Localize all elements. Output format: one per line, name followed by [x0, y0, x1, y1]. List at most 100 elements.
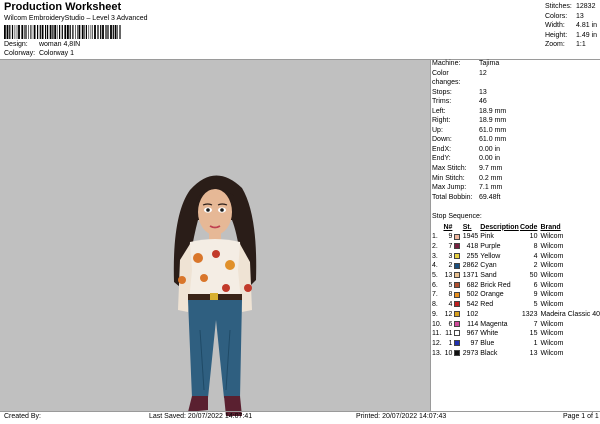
- row-brand: Wilcom: [540, 272, 564, 280]
- printed-date: Printed: 20/07/2022 14:07:43: [356, 413, 447, 420]
- row-needle: 11: [445, 330, 453, 338]
- row-code: 1323: [521, 310, 538, 318]
- row-swatch: [454, 242, 462, 252]
- row-index: 2.: [432, 243, 438, 251]
- row-index: 7.: [432, 291, 438, 299]
- row-description: Yellow: [480, 252, 501, 260]
- design-row: Design: woman 4,8IN: [4, 41, 80, 48]
- spec-row: Total Bobbin: 69.48ft: [432, 193, 501, 201]
- color-swatch: [454, 291, 461, 298]
- row-stitches: 967: [466, 330, 479, 338]
- row-index: 8.: [432, 301, 438, 309]
- col-n: N#: [443, 223, 453, 231]
- row-needle: 3: [448, 252, 453, 260]
- row-swatch: [454, 300, 462, 310]
- row-needle: 1: [448, 339, 453, 347]
- stop-sequence-table: N# St. Description Code Brand 1. 9 1945 Pin…: [432, 222, 600, 358]
- row-swatch: [454, 232, 462, 242]
- row-stitches: 682: [466, 281, 479, 289]
- row-stitches: 502: [466, 291, 479, 299]
- row-brand: Wilcom: [540, 330, 564, 338]
- row-description: White: [480, 330, 499, 338]
- color-swatch: [454, 262, 461, 269]
- table-row: 3. 3 255 Yellow 4 Wilcom: [432, 251, 600, 261]
- row-brand: Wilcom: [540, 339, 564, 347]
- row-description: Magenta: [480, 320, 508, 328]
- table-row: 10. 6 114 Magenta 7 Wilcom: [432, 319, 600, 329]
- row-index: 6.: [432, 281, 438, 289]
- spec-row: Down: 61.0 mm: [432, 136, 507, 144]
- created-by: Created By:: [4, 413, 41, 420]
- row-description: Brick Red: [480, 281, 511, 289]
- row-stitches: 542: [466, 301, 479, 309]
- row-description: Orange: [480, 291, 504, 299]
- col-brand: Brand: [540, 223, 561, 231]
- spec-row: Right: 18.9 mm: [432, 117, 507, 125]
- row-index: 13.: [432, 349, 442, 357]
- row-description: Cyan: [480, 262, 497, 270]
- table-row: 11. 11 967 White 15 Wilcom: [432, 329, 600, 339]
- row-code: 2: [533, 262, 538, 270]
- row-brand: Wilcom: [540, 291, 564, 299]
- row-index: 9.: [432, 310, 438, 318]
- row-swatch: [454, 261, 462, 271]
- color-swatch: [454, 340, 461, 347]
- software-name: Wilcom EmbroideryStudio – Level 3 Advanc…: [4, 15, 148, 22]
- row-brand: Wilcom: [540, 252, 564, 260]
- row-brand: Wilcom: [540, 320, 564, 328]
- row-index: 12.: [432, 339, 442, 347]
- spec-row: Trims: 46: [432, 98, 487, 106]
- row-needle: 6: [448, 320, 453, 328]
- color-swatch: [454, 330, 461, 337]
- color-swatch: [454, 233, 461, 240]
- row-needle: 8: [448, 291, 453, 299]
- row-description: Purple: [480, 243, 501, 251]
- row-stitches: 1945: [462, 233, 479, 241]
- machine-specs: Machine: Tajima Color changes: 12 Stops: 13…: [432, 59, 506, 202]
- row-index: 4.: [432, 262, 438, 270]
- row-brand: Wilcom: [540, 349, 564, 357]
- row-brand: Wilcom: [540, 262, 564, 270]
- row-description: Black: [480, 349, 498, 357]
- spec-row: EndX: 0.00 in: [432, 145, 501, 153]
- row-index: 3.: [432, 252, 438, 260]
- table-row: 6. 5 682 Brick Red 6 Wilcom: [432, 280, 600, 290]
- row-code: 5: [533, 301, 538, 309]
- row-description: Red: [480, 301, 494, 309]
- row-brand: Wilcom: [540, 281, 564, 289]
- row-stitches: 2862: [462, 262, 479, 270]
- color-swatch: [454, 301, 461, 308]
- row-needle: 7: [448, 243, 453, 251]
- panel-divider: [430, 60, 431, 411]
- colorway-row: Colorway: Colorway 1: [4, 50, 74, 57]
- spec-row: EndY: 0.00 in: [432, 155, 501, 163]
- row-needle: 9: [448, 233, 453, 241]
- table-row: 9. 12 102 1323 Madeira Classic 40: [432, 310, 600, 320]
- row-index: 10.: [432, 320, 442, 328]
- spec-row: Max Jump: 7.1 mm: [432, 184, 503, 192]
- row-swatch: [454, 280, 462, 290]
- row-swatch: [454, 271, 462, 281]
- spec-row: Color changes: 12: [432, 69, 487, 87]
- page-number: Page 1 of 1: [563, 413, 599, 420]
- row-code: 6: [533, 281, 538, 289]
- table-header-row: N# St. Description Code Brand: [432, 222, 600, 232]
- embroidery-figure: [173, 175, 257, 416]
- col-st: St.: [462, 223, 472, 231]
- row-stitches: 255: [466, 252, 479, 260]
- row-description: [480, 310, 520, 320]
- last-saved: Last Saved: 20/07/2022 14:07:41: [149, 413, 253, 420]
- row-stitches: 97: [470, 339, 479, 347]
- row-description: Blue: [480, 339, 495, 347]
- row-needle: 10: [444, 349, 453, 357]
- footer-divider: [0, 411, 600, 412]
- row-index: 1.: [432, 233, 438, 241]
- table-row: 13. 10 2973 Black 13 Wilcom: [432, 348, 600, 358]
- spec-row: Stops: 13: [432, 88, 487, 96]
- row-brand: Wilcom: [540, 301, 564, 309]
- summary-row: Width: 4.81 in: [545, 22, 598, 30]
- row-stitches: 418: [466, 243, 479, 251]
- colorway-label: Colorway:: [4, 50, 36, 57]
- row-index: 11.: [432, 330, 442, 338]
- row-swatch: [454, 319, 462, 329]
